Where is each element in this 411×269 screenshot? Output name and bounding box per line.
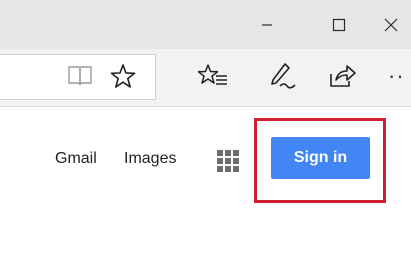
close-button[interactable]	[370, 0, 411, 49]
google-homepage: Gmail Images Sign in	[0, 107, 411, 269]
reading-view-icon[interactable]	[66, 63, 94, 89]
title-bar	[0, 0, 411, 49]
close-icon	[384, 18, 397, 31]
sign-in-button[interactable]: Sign in	[271, 137, 370, 179]
web-note-icon[interactable]	[266, 60, 298, 92]
browser-toolbar: ··	[0, 49, 411, 107]
minimize-button[interactable]	[244, 0, 290, 49]
images-link[interactable]: Images	[124, 150, 176, 168]
share-icon[interactable]	[326, 61, 358, 91]
favorite-star-icon[interactable]	[108, 61, 138, 91]
maximize-button[interactable]	[316, 0, 362, 49]
more-icon[interactable]: ··	[388, 59, 411, 93]
hub-icon[interactable]	[196, 61, 230, 91]
apps-grid-icon[interactable]	[217, 150, 239, 172]
minimize-icon	[262, 23, 272, 26]
gmail-link[interactable]: Gmail	[55, 150, 97, 168]
maximize-icon	[332, 18, 346, 31]
